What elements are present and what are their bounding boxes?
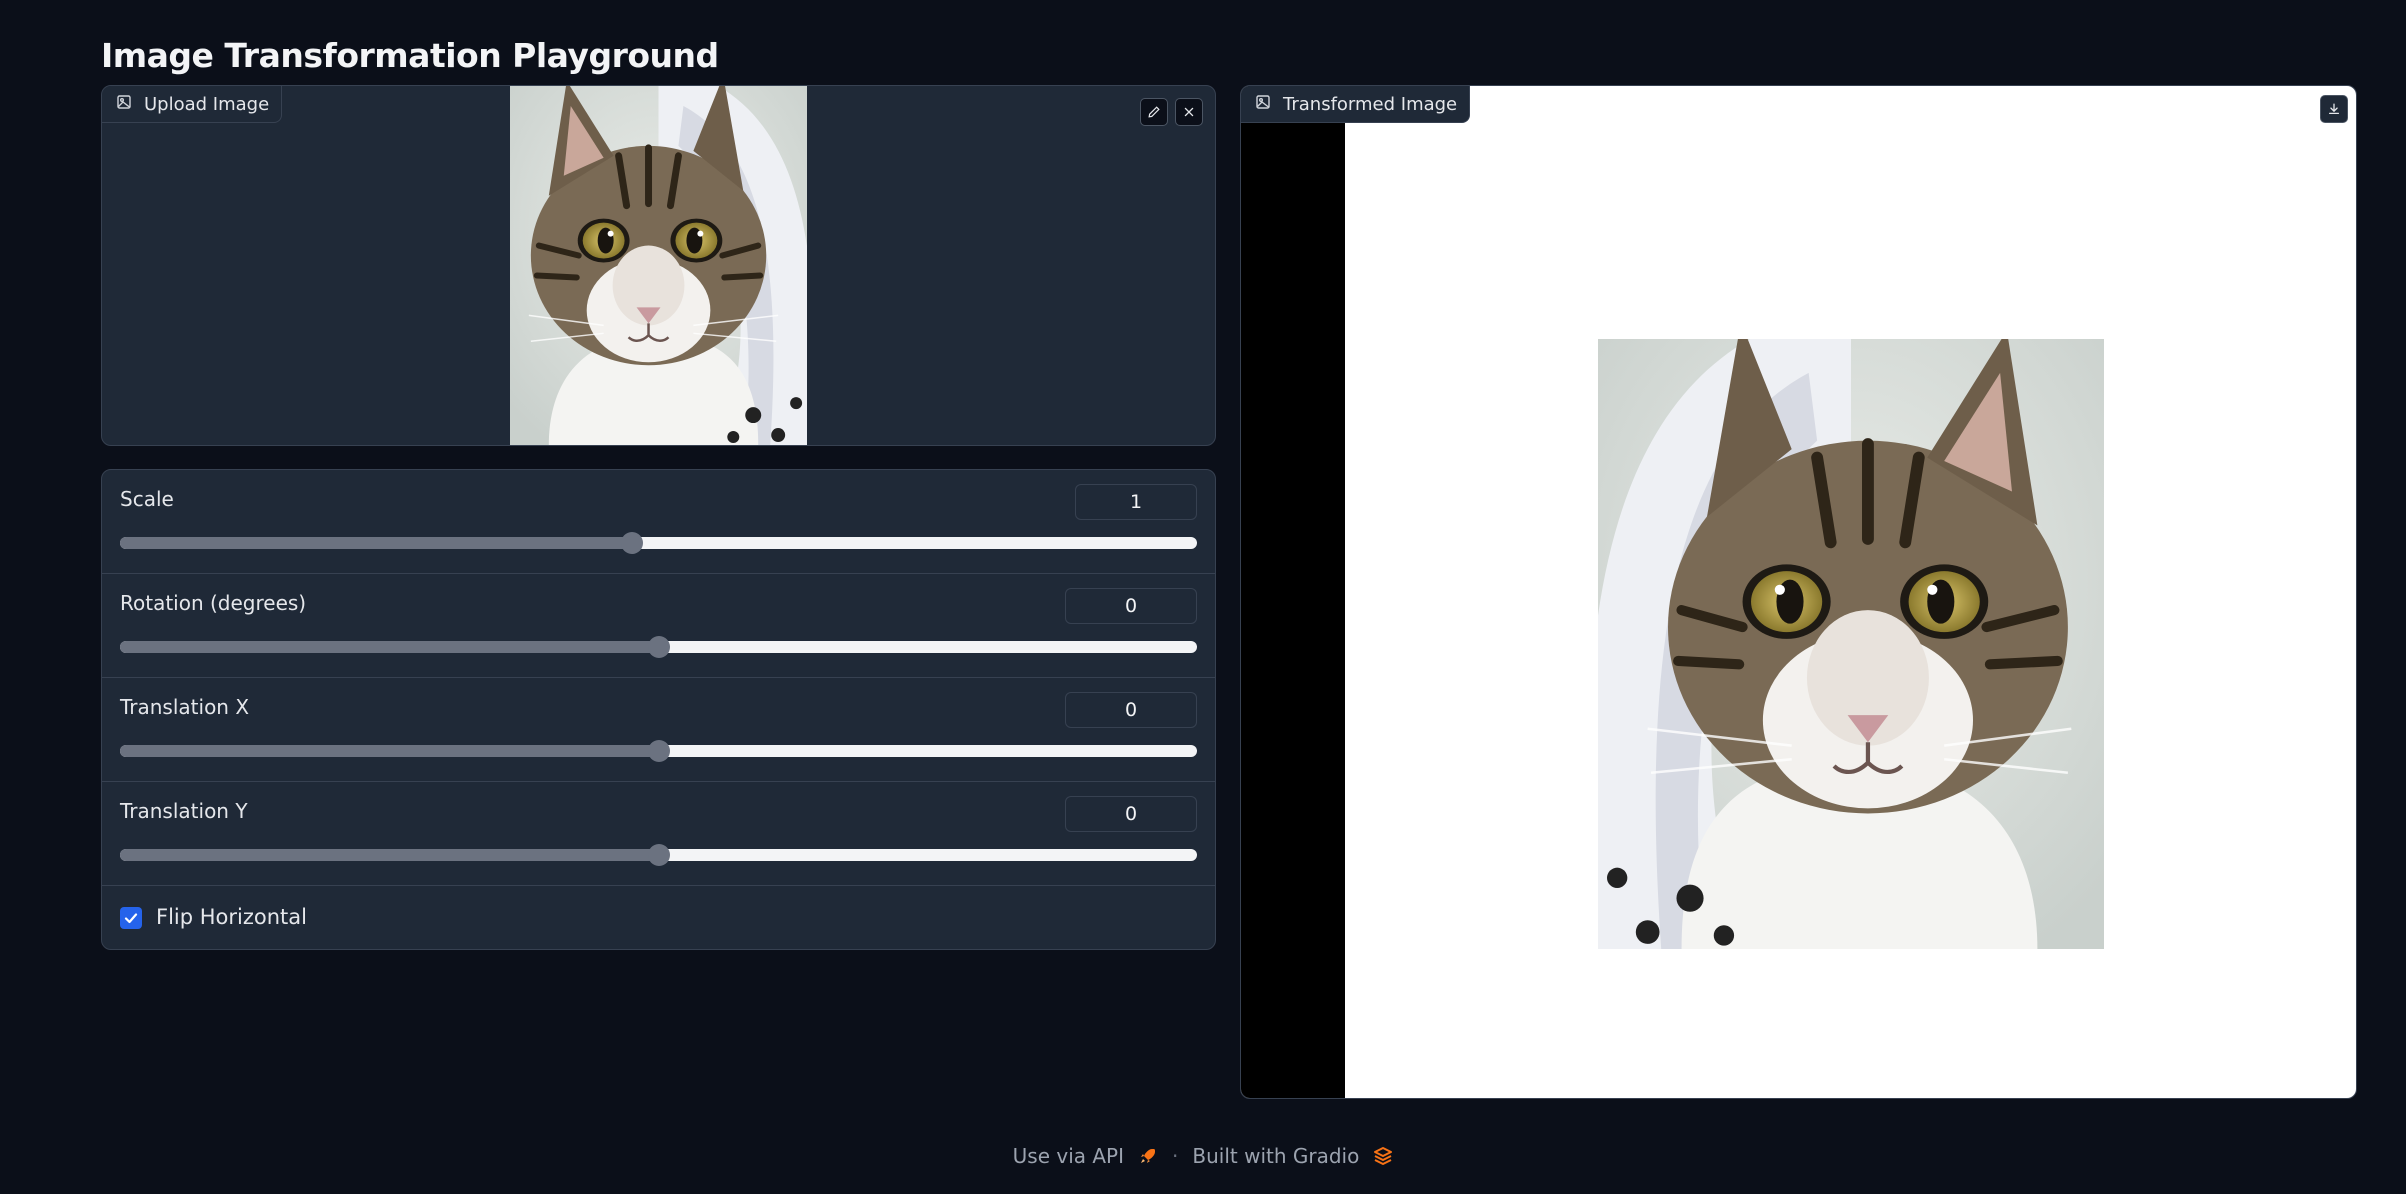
- rotation-label: Rotation (degrees): [120, 591, 307, 615]
- translation-y-slider-row: Translation Y 0: [102, 782, 1215, 886]
- download-button[interactable]: [2320, 95, 2348, 123]
- translation-x-slider-row: Translation X 0: [102, 678, 1215, 782]
- scale-slider-row: Scale 1: [102, 470, 1215, 574]
- image-icon: [116, 94, 132, 115]
- translation-y-slider-fill: [120, 849, 659, 861]
- rotation-slider-thumb[interactable]: [647, 636, 670, 658]
- use-via-api-link[interactable]: Use via API: [1013, 1144, 1124, 1168]
- rotation-slider-fill: [120, 641, 659, 653]
- footer-separator: ·: [1172, 1144, 1179, 1168]
- edit-image-button[interactable]: [1140, 98, 1168, 126]
- clear-image-button[interactable]: [1175, 98, 1203, 126]
- translation-x-slider-fill: [120, 745, 659, 757]
- rocket-icon: [1138, 1146, 1158, 1166]
- upload-image-label-tag: Upload Image: [102, 86, 283, 123]
- upload-image-panel[interactable]: Upload Image: [101, 85, 1216, 446]
- image-icon: [1255, 94, 1271, 115]
- scale-slider-thumb[interactable]: [620, 532, 643, 554]
- flip-horizontal-checkbox[interactable]: [120, 907, 142, 929]
- pencil-icon: [1147, 105, 1161, 119]
- translation-y-number-input[interactable]: 0: [1065, 796, 1197, 832]
- flip-horizontal-label: Flip Horizontal: [156, 905, 307, 929]
- scale-slider-fill: [120, 537, 632, 549]
- built-with-gradio-link[interactable]: Built with Gradio: [1192, 1144, 1359, 1168]
- rotation-slider[interactable]: [120, 636, 1197, 658]
- translation-x-slider[interactable]: [120, 740, 1197, 762]
- footer: Use via API · Built with Gradio: [0, 1144, 2406, 1168]
- transformed-image-label: Transformed Image: [1283, 93, 1458, 115]
- rotation-slider-row: Rotation (degrees) 0: [102, 574, 1215, 678]
- upload-image-label: Upload Image: [144, 93, 270, 115]
- transformed-image-black-band: [1241, 86, 1345, 1098]
- transformed-image: [1598, 339, 2104, 949]
- scale-number-input[interactable]: 1: [1075, 484, 1197, 520]
- translation-y-label: Translation Y: [120, 799, 248, 823]
- flip-horizontal-row[interactable]: Flip Horizontal: [102, 886, 1215, 948]
- uploaded-image: [510, 86, 807, 445]
- page-title: Image Transformation Playground: [101, 36, 719, 76]
- translation-y-slider[interactable]: [120, 844, 1197, 866]
- close-icon: [1182, 105, 1196, 119]
- translation-x-slider-thumb[interactable]: [647, 740, 670, 762]
- translation-y-slider-thumb[interactable]: [647, 844, 670, 866]
- checkmark-icon: [123, 910, 139, 926]
- scale-slider[interactable]: [120, 532, 1197, 554]
- transformed-image-label-tag: Transformed Image: [1241, 86, 1471, 123]
- scale-label: Scale: [120, 487, 174, 511]
- transformed-image-panel: Transformed Image: [1240, 85, 2357, 1099]
- gradio-logo-icon: [1373, 1146, 1393, 1166]
- transform-controls: Scale 1 Rotation (degrees) 0 Translation…: [101, 469, 1216, 950]
- translation-x-number-input[interactable]: 0: [1065, 692, 1197, 728]
- translation-x-label: Translation X: [120, 695, 250, 719]
- download-icon: [2327, 102, 2341, 116]
- rotation-number-input[interactable]: 0: [1065, 588, 1197, 624]
